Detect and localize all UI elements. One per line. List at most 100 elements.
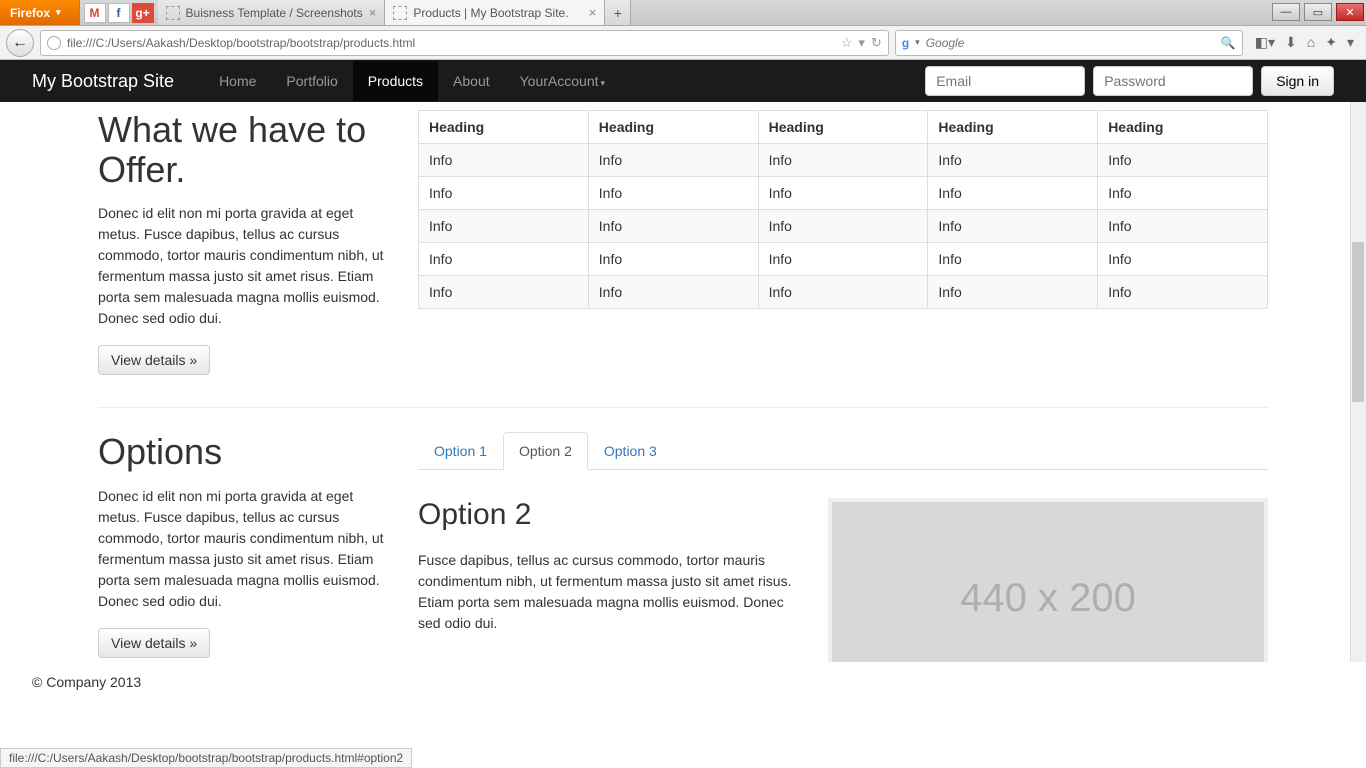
table-cell: Info (419, 144, 589, 177)
table-cell: Info (928, 243, 1098, 276)
tab-option-2[interactable]: Option 2 (503, 432, 588, 470)
search-box[interactable]: g ▾ 🔍 (895, 30, 1243, 56)
maximize-button[interactable]: ▭ (1304, 3, 1332, 21)
table-cell: Info (928, 210, 1098, 243)
table-header: Heading (588, 111, 758, 144)
pane-title: Option 2 (418, 498, 808, 532)
options-row: Options Donec id elit non mi porta gravi… (98, 432, 1268, 662)
downloads-icon[interactable]: ⬇ (1285, 34, 1297, 51)
table-cell: Info (1098, 144, 1268, 177)
url-dropdown-icon[interactable]: ▾ (858, 35, 865, 51)
page-viewport: What we have to Offer. Donec id elit non… (0, 102, 1366, 662)
table-cell: Info (588, 276, 758, 309)
nav-home[interactable]: Home (204, 61, 271, 101)
bookmark-icon[interactable]: ☆ (841, 35, 853, 51)
table-row: InfoInfoInfoInfoInfo (419, 144, 1268, 177)
placeholder-image: 440 x 200 (828, 498, 1268, 662)
options-tabs: Option 1Option 2Option 3 (418, 432, 1268, 470)
back-button[interactable]: ← (6, 29, 34, 57)
password-input[interactable] (1093, 66, 1253, 96)
nav-products[interactable]: Products (353, 61, 438, 101)
table-cell: Info (419, 210, 589, 243)
email-input[interactable] (925, 66, 1085, 96)
table-header: Heading (419, 111, 589, 144)
signin-button[interactable]: Sign in (1261, 66, 1334, 96)
tab-close-icon[interactable]: × (589, 5, 597, 20)
options-heading: Options (98, 432, 388, 472)
options-sidebar: Options Donec id elit non mi porta gravi… (98, 432, 388, 662)
nav-portfolio[interactable]: Portfolio (271, 61, 352, 101)
pinned-tab-gplus[interactable]: g+ (132, 3, 154, 23)
tab-title: Buisness Template / Screenshots (186, 6, 363, 20)
url-input[interactable]: file:///C:/Users/Aakash/Desktop/bootstra… (40, 30, 889, 56)
pane-body: Fusce dapibus, tellus ac cursus commodo,… (418, 550, 808, 634)
browser-tab-2[interactable]: Products | My Bootstrap Site. × (385, 0, 605, 25)
url-text: file:///C:/Users/Aakash/Desktop/bootstra… (67, 36, 835, 50)
firefox-menu-button[interactable]: Firefox (0, 0, 80, 25)
table-row: InfoInfoInfoInfoInfo (419, 177, 1268, 210)
options-content: Option 1Option 2Option 3 Option 2 Fusce … (418, 432, 1268, 662)
address-bar: ← file:///C:/Users/Aakash/Desktop/bootst… (0, 26, 1366, 60)
tab-close-icon[interactable]: × (369, 5, 377, 20)
nav-about[interactable]: About (438, 61, 505, 101)
minimize-button[interactable]: — (1272, 3, 1300, 21)
browser-tab-1[interactable]: Buisness Template / Screenshots × (158, 0, 386, 25)
search-icon[interactable]: 🔍 (1221, 36, 1236, 50)
table-cell: Info (758, 243, 928, 276)
login-form: Sign in (925, 66, 1334, 96)
table-cell: Info (758, 276, 928, 309)
search-input[interactable] (926, 36, 1215, 50)
search-engine-dropdown-icon[interactable]: ▾ (915, 37, 920, 48)
table-cell: Info (1098, 177, 1268, 210)
scrollbar-track[interactable] (1350, 102, 1366, 662)
table-cell: Info (588, 243, 758, 276)
close-window-button[interactable]: ✕ (1336, 3, 1364, 21)
brand[interactable]: My Bootstrap Site (32, 71, 174, 92)
offer-desc: Donec id elit non mi porta gravida at eg… (98, 203, 388, 329)
addon-icon[interactable]: ✦ (1325, 34, 1337, 51)
table-cell: Info (1098, 276, 1268, 309)
google-icon: g (902, 36, 909, 50)
pinned-tab-facebook[interactable]: f (108, 3, 130, 23)
table-row: InfoInfoInfoInfoInfo (419, 276, 1268, 309)
chevron-down-icon: ▾ (601, 78, 606, 88)
table-cell: Info (758, 144, 928, 177)
tab-favicon (166, 6, 180, 20)
table-cell: Info (419, 177, 589, 210)
pinned-tab-gmail[interactable]: M (84, 3, 106, 23)
options-details-button[interactable]: View details » (98, 628, 210, 658)
pinned-tabs: M f g+ (80, 0, 158, 25)
table-cell: Info (588, 177, 758, 210)
offer-details-button[interactable]: View details » (98, 345, 210, 375)
table-header: Heading (1098, 111, 1268, 144)
options-desc: Donec id elit non mi porta gravida at eg… (98, 486, 388, 612)
reload-icon[interactable]: ↻ (871, 35, 882, 51)
options-tab-pane: Option 2 Fusce dapibus, tellus ac cursus… (418, 470, 1268, 662)
bookmarks-dropdown-icon[interactable]: ◧▾ (1255, 34, 1275, 51)
table-row: InfoInfoInfoInfoInfo (419, 243, 1268, 276)
toolbar-dropdown-icon[interactable]: ▾ (1347, 34, 1354, 51)
scrollbar-thumb[interactable] (1352, 242, 1364, 402)
table-cell: Info (928, 144, 1098, 177)
new-tab-button[interactable]: + (605, 0, 631, 25)
toolbar-icons: ◧▾ ⬇ ⌂ ✦ ▾ (1249, 34, 1360, 51)
browser-tab-bar: Firefox M f g+ Buisness Template / Scree… (0, 0, 1366, 26)
nav-links: Home Portfolio Products About YourAccoun… (204, 61, 620, 101)
globe-icon (47, 36, 61, 50)
tab-option-3[interactable]: Option 3 (588, 432, 673, 470)
browser-status-bar: file:///C:/Users/Aakash/Desktop/bootstra… (0, 748, 412, 768)
offer-heading: What we have to Offer. (98, 110, 388, 189)
offer-sidebar: What we have to Offer. Donec id elit non… (98, 110, 388, 375)
offer-table-wrap: HeadingHeadingHeadingHeadingHeading Info… (418, 110, 1268, 375)
browser-chrome: Firefox M f g+ Buisness Template / Scree… (0, 0, 1366, 60)
window-controls: — ▭ ✕ (1270, 0, 1366, 25)
table-cell: Info (419, 243, 589, 276)
table-cell: Info (758, 177, 928, 210)
tab-option-1[interactable]: Option 1 (418, 432, 503, 470)
tab-title: Products | My Bootstrap Site. (413, 6, 568, 20)
offer-row: What we have to Offer. Donec id elit non… (98, 110, 1268, 375)
nav-account[interactable]: YourAccount▾ (505, 61, 620, 101)
home-icon[interactable]: ⌂ (1307, 34, 1315, 51)
table-cell: Info (1098, 243, 1268, 276)
table-cell: Info (588, 210, 758, 243)
